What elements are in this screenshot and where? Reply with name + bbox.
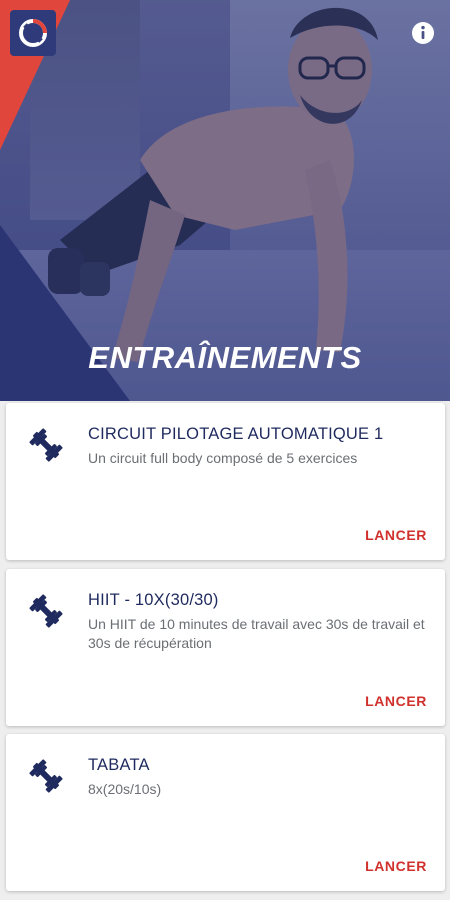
page-title: ENTRAÎNEMENTS [88, 340, 362, 375]
workout-description: Un HIIT de 10 minutes de travail avec 30… [88, 616, 425, 651]
workout-title: CIRCUIT PILOTAGE AUTOMATIQUE 1 [88, 425, 384, 443]
workout-card[interactable]: CIRCUIT PILOTAGE AUTOMATIQUE 1 Un circui… [6, 403, 445, 560]
workouts-screen: ENTRAÎNEMENTS CIRCUIT PILOTAGE AUTOMATIQ… [0, 0, 450, 900]
info-icon [412, 22, 434, 44]
launch-button[interactable]: LANCER [365, 693, 427, 709]
workout-card[interactable]: HIIT - 10X(30/30) Un HIIT de 10 minutes … [6, 569, 445, 726]
info-button[interactable] [410, 20, 436, 46]
hero-banner: ENTRAÎNEMENTS [0, 0, 450, 401]
workout-card[interactable]: TABATA 8x(20s/10s) LANCER [6, 734, 445, 891]
workout-description: 8x(20s/10s) [88, 781, 162, 797]
workout-title: TABATA [88, 756, 150, 774]
workout-description: Un circuit full body composé de 5 exerci… [88, 450, 358, 466]
dumbbell-icon [29, 594, 63, 628]
logo-icon [19, 19, 47, 47]
dumbbell-icon [29, 428, 63, 462]
launch-button[interactable]: LANCER [365, 858, 427, 874]
workout-title: HIIT - 10X(30/30) [88, 591, 219, 609]
app-logo[interactable] [10, 10, 56, 56]
dumbbell-icon [29, 759, 63, 793]
launch-button[interactable]: LANCER [365, 527, 427, 543]
